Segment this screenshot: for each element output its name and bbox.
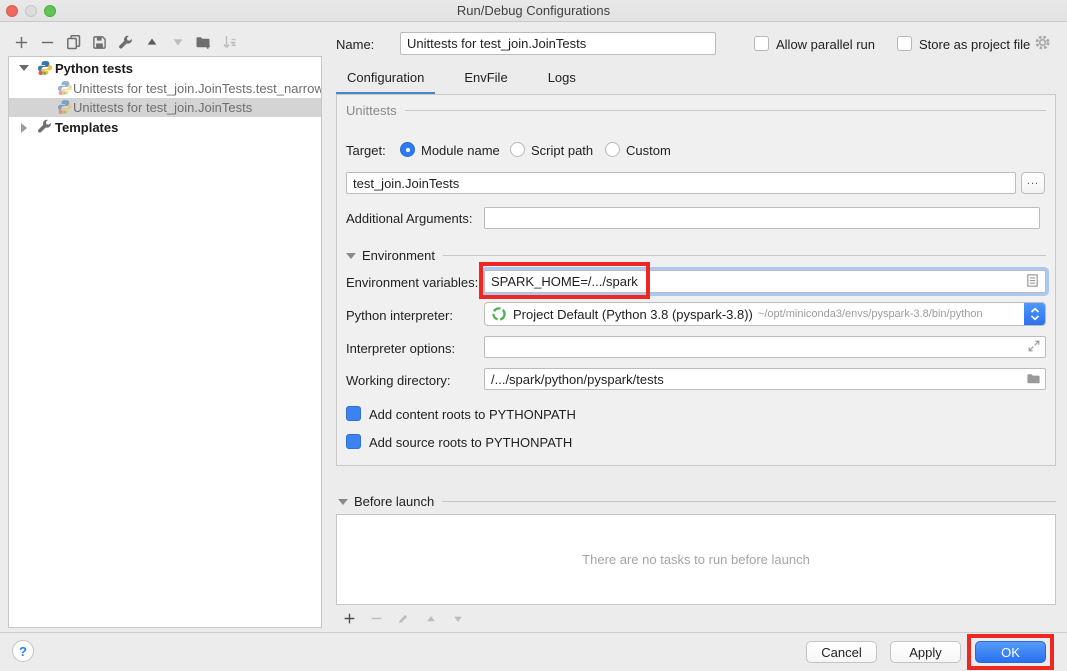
add-source-roots-checkbox[interactable] <box>346 434 361 449</box>
section-divider <box>405 110 1046 111</box>
additional-arguments-label: Additional Arguments: <box>346 211 472 226</box>
before-launch-empty-text: There are no tasks to run before launch <box>582 552 810 567</box>
working-directory-input[interactable] <box>484 368 1046 390</box>
conda-env-icon <box>491 306 507 322</box>
ok-button[interactable]: OK <box>975 641 1046 663</box>
tree-item-unittests-jointests[interactable]: Unittests for test_join.JoinTests <box>9 98 321 117</box>
move-up-icon[interactable] <box>143 34 160 51</box>
tree-item-label[interactable]: Unittests for test_join.JoinTests.test_n… <box>73 79 321 98</box>
move-down-icon <box>169 34 186 51</box>
radio-module-name[interactable] <box>400 142 415 157</box>
radio-custom-label[interactable]: Custom <box>626 143 671 158</box>
collapse-triangle-icon[interactable] <box>346 253 356 259</box>
run-debug-configurations-dialog: Run/Debug Configurations <box>0 0 1067 671</box>
unittests-section-header: Unittests <box>346 103 1046 118</box>
add-content-roots-checkbox[interactable] <box>346 406 361 421</box>
python-test-icon <box>57 99 73 115</box>
environment-section-label: Environment <box>362 248 435 263</box>
working-directory-label: Working directory: <box>346 373 451 388</box>
python-test-icon <box>57 80 73 96</box>
interpreter-path: ~/opt/miniconda3/envs/pyspark-3.8/bin/py… <box>758 308 983 320</box>
collapse-triangle-icon[interactable] <box>338 499 348 505</box>
sort-icon <box>221 34 238 51</box>
target-module-input[interactable] <box>346 172 1016 194</box>
window-title: Run/Debug Configurations <box>0 3 1067 18</box>
tree-item-python-tests[interactable]: Python tests <box>9 59 321 78</box>
radio-script-path-label[interactable]: Script path <box>531 143 593 158</box>
help-button[interactable]: ? <box>12 640 34 662</box>
before-launch-section-label: Before launch <box>354 494 434 509</box>
python-interpreter-label: Python interpreter: <box>346 308 453 323</box>
tree-item-label[interactable]: Templates <box>55 118 118 137</box>
name-label: Name: <box>336 37 374 52</box>
help-icon: ? <box>19 644 27 659</box>
unittests-section-label: Unittests <box>346 103 397 118</box>
add-content-roots-label[interactable]: Add content roots to PYTHONPATH <box>369 407 576 422</box>
name-input[interactable] <box>400 32 716 55</box>
tab-bar: Configuration EnvFile Logs <box>336 66 587 93</box>
tree-item-unittests-narrow[interactable]: Unittests for test_join.JoinTests.test_n… <box>9 79 321 98</box>
remove-task-icon <box>368 610 385 627</box>
store-as-project-file-label: Store as project file <box>919 37 1030 52</box>
move-task-down-icon <box>449 610 466 627</box>
gear-icon[interactable] <box>1034 34 1051 54</box>
configurations-toolbar <box>13 33 238 51</box>
before-launch-task-list[interactable]: There are no tasks to run before launch <box>336 514 1056 605</box>
templates-icon <box>37 119 53 135</box>
tab-label: Configuration <box>347 70 424 85</box>
cancel-button[interactable]: Cancel <box>806 641 877 663</box>
environment-variables-input[interactable] <box>484 270 1046 293</box>
apply-button[interactable]: Apply <box>890 641 961 663</box>
configurations-tree: Python tests Unittests for test_join.Joi… <box>8 56 322 628</box>
tree-item-templates[interactable]: Templates <box>9 118 321 137</box>
new-folder-icon[interactable] <box>195 34 212 51</box>
move-task-up-icon <box>422 610 439 627</box>
add-source-roots-label[interactable]: Add source roots to PYTHONPATH <box>369 435 572 450</box>
target-label: Target: <box>346 143 386 158</box>
tab-logs[interactable]: Logs <box>537 66 587 93</box>
add-configuration-icon[interactable] <box>13 34 30 51</box>
tree-item-label[interactable]: Python tests <box>55 59 133 78</box>
section-divider <box>442 501 1056 502</box>
interpreter-options-input[interactable] <box>484 336 1046 358</box>
footer-divider <box>0 632 1067 633</box>
browse-button[interactable]: ... <box>1021 172 1045 194</box>
environment-variables-label: Environment variables: <box>346 275 478 290</box>
title-bar: Run/Debug Configurations <box>0 0 1067 22</box>
edit-templates-icon[interactable] <box>117 34 134 51</box>
edit-task-icon <box>395 610 412 627</box>
add-task-icon[interactable] <box>341 610 358 627</box>
chevron-right-icon[interactable] <box>21 123 27 133</box>
expand-icon[interactable] <box>1027 339 1041 356</box>
folder-icon[interactable] <box>1026 371 1041 389</box>
chevron-down-icon[interactable] <box>19 65 29 71</box>
allow-parallel-run-checkbox[interactable] <box>754 36 769 51</box>
save-configuration-icon[interactable] <box>91 34 108 51</box>
copy-configuration-icon[interactable] <box>65 34 82 51</box>
tab-envfile[interactable]: EnvFile <box>453 66 518 93</box>
tab-configuration[interactable]: Configuration <box>336 66 435 93</box>
tab-label: Logs <box>548 70 576 85</box>
env-list-icon[interactable] <box>1025 273 1040 291</box>
python-interpreter-select[interactable]: Project Default (Python 3.8 (pyspark-3.8… <box>484 302 1046 326</box>
radio-custom[interactable] <box>605 142 620 157</box>
allow-parallel-run-label: Allow parallel run <box>776 37 875 52</box>
tab-label: EnvFile <box>464 70 507 85</box>
tree-item-label[interactable]: Unittests for test_join.JoinTests <box>73 98 252 117</box>
section-divider <box>443 255 1046 256</box>
combo-stepper-icon[interactable] <box>1024 302 1045 326</box>
before-launch-toolbar <box>341 610 466 627</box>
radio-module-name-label[interactable]: Module name <box>421 143 500 158</box>
interpreter-options-label: Interpreter options: <box>346 341 455 356</box>
environment-section-header[interactable]: Environment <box>346 248 1046 263</box>
interpreter-value: Project Default (Python 3.8 (pyspark-3.8… <box>513 307 753 322</box>
radio-script-path[interactable] <box>510 142 525 157</box>
remove-configuration-icon[interactable] <box>39 34 56 51</box>
python-tests-icon <box>37 60 53 76</box>
store-as-project-file-checkbox[interactable] <box>897 36 912 51</box>
additional-arguments-input[interactable] <box>484 207 1040 229</box>
before-launch-section-header[interactable]: Before launch <box>338 494 1056 509</box>
